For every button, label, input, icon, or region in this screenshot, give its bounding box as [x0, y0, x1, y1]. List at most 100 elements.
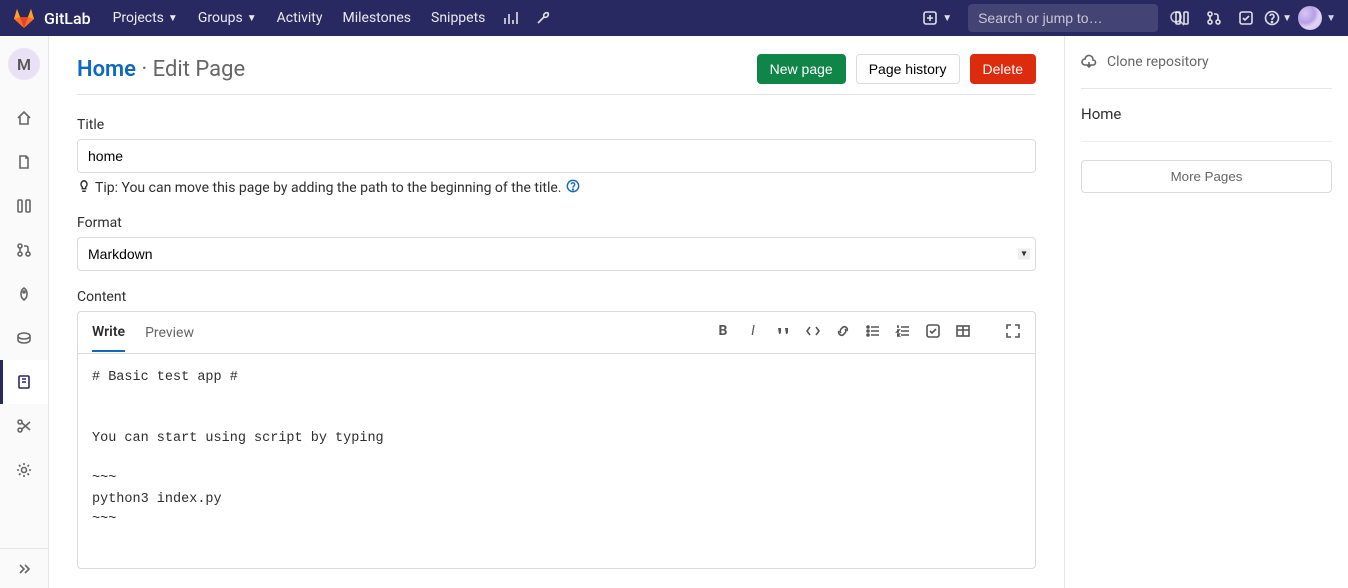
fullscreen-button[interactable] [1005, 323, 1021, 343]
nav-milestones-label: Milestones [343, 10, 412, 26]
right-sidebar: Clone repository Home More Pages [1064, 36, 1348, 588]
avatar [1298, 6, 1322, 30]
nav-snippets[interactable]: Snippets [421, 0, 495, 36]
page-history-button[interactable]: Page history [856, 54, 960, 84]
clone-label: Clone repository [1107, 54, 1209, 70]
issues-icon [16, 198, 32, 214]
logo-area[interactable]: GitLab [12, 6, 91, 30]
chevrons-right-icon [16, 561, 32, 577]
rail-snippets[interactable] [0, 404, 48, 448]
home-icon [16, 110, 32, 126]
italic-button[interactable]: I [745, 323, 761, 343]
operations-icon [16, 330, 32, 346]
nav-help[interactable]: ▼ [1262, 0, 1294, 36]
nav-milestones[interactable]: Milestones [333, 0, 422, 36]
book-icon [16, 374, 32, 390]
scissors-icon [16, 418, 32, 434]
nav-admin[interactable] [527, 0, 559, 36]
lightbulb-icon [77, 179, 91, 197]
delete-button[interactable]: Delete [970, 54, 1036, 84]
nav-projects-label: Projects [113, 10, 164, 26]
bullet-list-button[interactable] [865, 323, 881, 343]
new-menu[interactable]: ▼ [914, 0, 960, 36]
main-nav: Projects ▼ Groups ▼ Activity Milestones … [103, 0, 560, 36]
chevron-down-icon: ▼ [247, 13, 257, 24]
title-label: Title [77, 117, 1036, 133]
rail-settings[interactable] [0, 448, 48, 492]
page-actions: New page Page history Delete [757, 54, 1036, 84]
top-nav: GitLab Projects ▼ Groups ▼ Activity Mile… [0, 0, 1348, 36]
merge-request-icon [1206, 10, 1222, 26]
clone-repository-link[interactable]: Clone repository [1081, 54, 1332, 89]
quote-button[interactable] [775, 323, 791, 343]
code-button[interactable] [805, 323, 821, 343]
content-label: Content [77, 289, 1036, 305]
plus-square-icon [922, 10, 938, 26]
list-ul-icon [865, 323, 881, 339]
chart-icon [503, 10, 519, 26]
user-menu[interactable]: ▼ [1294, 6, 1340, 30]
link-button[interactable] [835, 323, 851, 343]
nav-projects[interactable]: Projects ▼ [103, 0, 188, 36]
tab-preview[interactable]: Preview [145, 315, 194, 351]
numbered-list-button[interactable] [895, 323, 911, 343]
checkbox-icon [925, 323, 941, 339]
rail-collapse[interactable] [0, 548, 48, 588]
chevron-down-icon: ▼ [1282, 13, 1292, 24]
nav-merge-requests[interactable] [1198, 0, 1230, 36]
rail-issues[interactable] [0, 184, 48, 228]
format-select[interactable]: Markdown [77, 237, 1036, 271]
rail-wiki[interactable] [0, 360, 48, 404]
rail-ci-cd[interactable] [0, 272, 48, 316]
issues-icon [1174, 10, 1190, 26]
side-rail: M [0, 36, 49, 588]
code-icon [805, 323, 821, 339]
editor: Write Preview B I [77, 311, 1036, 569]
more-pages-button[interactable]: More Pages [1081, 160, 1332, 193]
content-textarea[interactable] [78, 354, 1035, 564]
editor-toolbar: B I [715, 323, 1021, 343]
chevron-down-icon: ▼ [1326, 13, 1336, 24]
wiki-page-link[interactable]: Home [1081, 89, 1332, 142]
cloud-download-icon [1081, 54, 1097, 70]
rail-repository[interactable] [0, 140, 48, 184]
main-content: Home · Edit Page New page Page history D… [49, 36, 1064, 588]
tip-help[interactable] [566, 179, 580, 197]
wiki-home-link[interactable]: Home [77, 57, 136, 82]
tab-write[interactable]: Write [92, 314, 125, 352]
title-separator: · [141, 57, 147, 82]
help-icon [1264, 10, 1280, 26]
gear-icon [16, 462, 32, 478]
bold-button[interactable]: B [715, 323, 731, 343]
chevron-down-icon: ▼ [942, 13, 952, 24]
edit-page-label: Edit Page [153, 57, 245, 82]
nav-issues[interactable] [1166, 0, 1198, 36]
format-label: Format [77, 215, 1036, 231]
table-icon [955, 323, 971, 339]
new-page-button[interactable]: New page [757, 54, 846, 84]
nav-snippets-label: Snippets [431, 10, 485, 26]
nav-analytics[interactable] [495, 0, 527, 36]
page-title: Home · Edit Page [77, 57, 245, 82]
link-icon [835, 323, 851, 339]
todo-icon [1238, 10, 1254, 26]
rail-operations[interactable] [0, 316, 48, 360]
list-ol-icon [895, 323, 911, 339]
rocket-icon [16, 286, 32, 302]
table-button[interactable] [955, 323, 971, 343]
title-input[interactable] [77, 139, 1036, 173]
rail-project-home[interactable] [0, 96, 48, 140]
project-avatar[interactable]: M [8, 48, 40, 80]
nav-todos[interactable] [1230, 0, 1262, 36]
brand-label: GitLab [44, 9, 91, 28]
nav-groups[interactable]: Groups ▼ [188, 0, 267, 36]
nav-groups-label: Groups [198, 10, 243, 26]
merge-request-icon [16, 242, 32, 258]
nav-activity[interactable]: Activity [267, 0, 333, 36]
quote-icon [775, 323, 791, 339]
task-list-button[interactable] [925, 323, 941, 343]
search-input[interactable] [968, 10, 1169, 26]
search-bar [968, 4, 1158, 32]
gitlab-logo-icon [12, 6, 36, 30]
rail-merge-requests[interactable] [0, 228, 48, 272]
